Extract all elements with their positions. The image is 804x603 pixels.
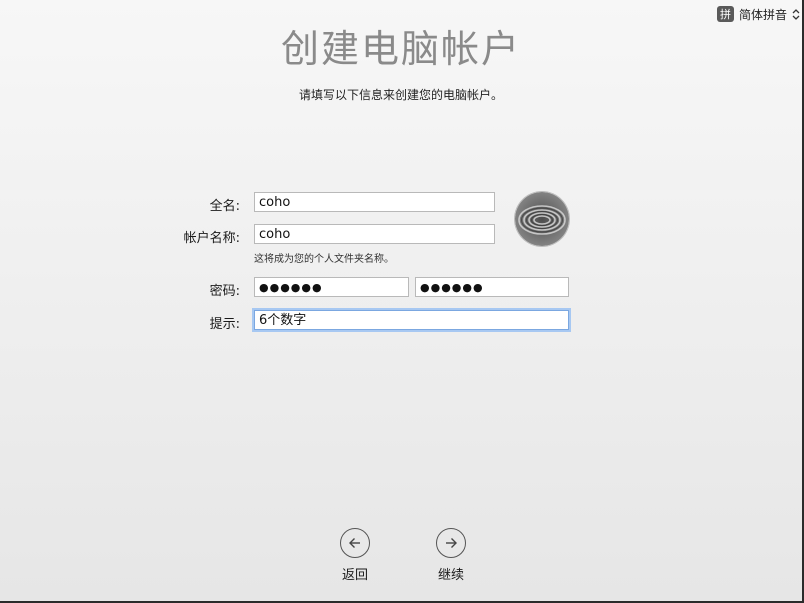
full-name-label: 全名: [209,199,240,214]
password-label: 密码: [209,284,240,299]
back-label: 返回 [341,568,368,583]
arrow-left-icon [340,528,370,558]
account-name-hint: 这将成为您的个人文件夹名称。 [254,254,394,265]
page-subtitle: 请填写以下信息来创建您的电脑帐户。 [298,88,503,102]
password-hint-field[interactable]: 6个数字 [254,310,569,330]
account-name-label: 帐户名称: [183,231,240,246]
password-confirm-field[interactable]: ●●●●●● [415,277,569,297]
account-name-field[interactable]: coho [254,224,495,244]
arrow-right-icon [436,528,466,558]
continue-button[interactable]: 继续 [421,528,481,583]
avatar-image [515,192,569,246]
back-button[interactable]: 返回 [325,528,385,583]
page-title: 创建电脑帐户 [280,27,521,71]
password-hint-label: 提示: [209,317,240,332]
user-avatar[interactable] [515,192,569,246]
full-name-field[interactable]: coho [254,192,495,212]
continue-label: 继续 [437,568,464,583]
password-field[interactable]: ●●●●●● [254,277,409,297]
